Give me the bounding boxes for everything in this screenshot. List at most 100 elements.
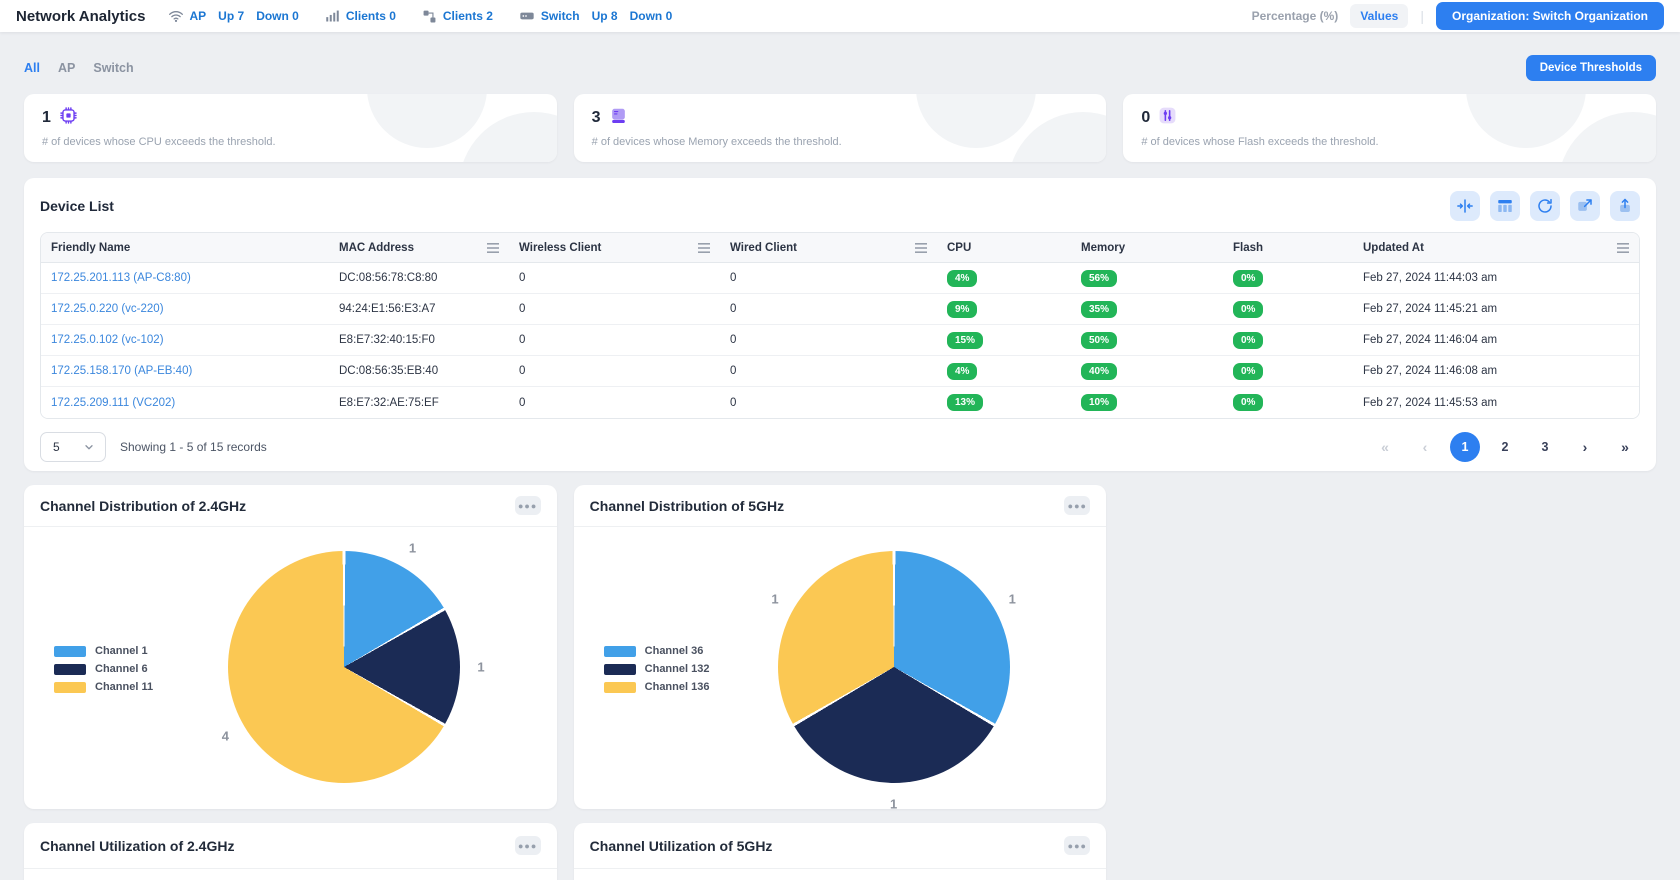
device-link[interactable]: 172.25.0.102 (vc-102): [51, 334, 164, 346]
last-page-button[interactable]: »: [1610, 432, 1640, 462]
table-cell: 0%: [1223, 263, 1353, 294]
legend-label: Channel 36: [645, 645, 704, 657]
legend-item[interactable]: Channel 6: [54, 663, 153, 675]
page-button[interactable]: 2: [1490, 432, 1520, 462]
refresh-icon[interactable]: [1530, 191, 1560, 221]
legend-item[interactable]: Channel 1: [54, 645, 153, 657]
more-icon[interactable]: ●●●: [515, 496, 541, 515]
usage-badge: 15%: [947, 332, 983, 349]
signal-icon: [325, 9, 340, 24]
legend-swatch: [604, 646, 636, 657]
more-icon[interactable]: ●●●: [1064, 496, 1090, 515]
summary-cards: 1 # of devices whose CPU exceeds the thr…: [24, 94, 1656, 162]
expand-icon[interactable]: [1570, 191, 1600, 221]
more-icon[interactable]: ●●●: [1064, 836, 1090, 855]
chart-legend: Channel 1 Channel 6 Channel 11: [54, 645, 153, 693]
usage-badge: 35%: [1081, 301, 1117, 318]
table-cell: 0: [509, 294, 720, 325]
device-link[interactable]: 172.25.0.220 (vc-220): [51, 303, 164, 315]
tabs-row: All AP Switch Device Thresholds: [24, 54, 1656, 82]
table-cell: E8:E7:32:AE:75:EF: [329, 387, 509, 418]
unit-toggle-percentage[interactable]: Percentage (%): [1252, 9, 1339, 23]
more-icon[interactable]: ●●●: [515, 836, 541, 855]
page-title: Network Analytics: [16, 8, 146, 25]
table-cell: 0: [509, 387, 720, 418]
device-thresholds-button[interactable]: Device Thresholds: [1526, 55, 1656, 81]
pie-value-label: 1: [477, 660, 484, 675]
table-cell: Feb 27, 2024 11:45:21 am: [1353, 294, 1639, 325]
unit-toggle-values[interactable]: Values: [1350, 4, 1408, 28]
column-menu-icon[interactable]: [698, 243, 710, 253]
col-cpu: CPU: [937, 233, 1071, 263]
table-cell: 0%: [1223, 387, 1353, 418]
pie[interactable]: [778, 551, 1010, 783]
usage-badge: 0%: [1233, 301, 1263, 318]
first-page-button[interactable]: «: [1370, 432, 1400, 462]
stat-wireless-clients[interactable]: Clients 0: [325, 9, 396, 24]
usage-badge: 50%: [1081, 332, 1117, 349]
stat-switch[interactable]: Switch Up 8 Down 0: [519, 8, 672, 24]
records-summary: Showing 1 - 5 of 15 records: [120, 440, 267, 454]
flash-icon: [1158, 106, 1177, 130]
memory-icon: [609, 106, 628, 130]
pie-value-label: 1: [890, 797, 897, 810]
table-row: 172.25.209.111 (VC202)E8:E7:32:AE:75:EF0…: [41, 387, 1639, 418]
page-button[interactable]: 3: [1530, 432, 1560, 462]
table-cell: 94:24:E1:56:E3:A7: [329, 294, 509, 325]
legend-item[interactable]: Channel 132: [604, 663, 710, 675]
legend-item[interactable]: Channel 11: [54, 681, 153, 693]
table-cell: DC:08:56:35:EB:40: [329, 356, 509, 387]
col-wired-client: Wired Client: [720, 233, 937, 263]
chart-body: Channel 1Channel 6Channel 11 114: [24, 527, 557, 808]
chart-title: Channel Distribution of 2.4GHz: [40, 498, 246, 514]
legend-swatch: [54, 664, 86, 675]
card-description: # of devices whose Flash exceeds the thr…: [1141, 136, 1638, 148]
card-value: 3: [592, 109, 601, 127]
column-menu-icon[interactable]: [487, 243, 499, 253]
table-cell: 172.25.201.113 (AP-C8:80): [41, 263, 329, 294]
device-link[interactable]: 172.25.209.111 (VC202): [51, 397, 175, 409]
tab-all[interactable]: All: [24, 61, 40, 75]
prev-page-button[interactable]: ‹: [1410, 432, 1440, 462]
table-row: 172.25.158.170 (AP-EB:40) DC:08:56:35:EB:…: [41, 356, 1639, 387]
topology-icon: [422, 9, 437, 24]
device-link[interactable]: 172.25.158.170 (AP-EB:40): [51, 365, 192, 377]
device-link[interactable]: 172.25.201.113 (AP-C8:80): [51, 272, 191, 284]
tab-switch[interactable]: Switch: [93, 61, 133, 75]
pie[interactable]: [228, 551, 460, 783]
column-menu-icon[interactable]: [915, 243, 927, 253]
legend-label: Channel 136: [645, 681, 710, 693]
main-content: All AP Switch Device Thresholds 1 # of d…: [0, 54, 1680, 880]
cpu-icon: [59, 106, 78, 130]
table-toolbar: [1450, 191, 1640, 221]
stat-down: Down 0: [630, 9, 673, 23]
table-cell: 0: [509, 263, 720, 294]
device-table-body: 172.25.201.113 (AP-C8:80)DC:08:56:78:C8:…: [41, 263, 1639, 418]
columns-icon[interactable]: [1490, 191, 1520, 221]
tab-ap[interactable]: AP: [58, 61, 75, 75]
next-page-button[interactable]: ›: [1570, 432, 1600, 462]
stat-ap[interactable]: AP Up 7 Down 0: [168, 8, 299, 24]
charts-row: Channel Distribution of 2.4GHz ●●● Chann…: [24, 485, 1656, 809]
header-stats: AP Up 7 Down 0 Clients 0 Clients 2: [168, 8, 673, 24]
table-cell: 172.25.158.170 (AP-EB:40): [41, 356, 329, 387]
stat-up: Up 8: [592, 9, 618, 23]
table-cell: 0: [509, 325, 720, 356]
export-icon[interactable]: [1610, 191, 1640, 221]
chart-body: Channel 36Channel 132Channel 136 111: [574, 527, 1107, 808]
legend-item[interactable]: Channel 136: [604, 681, 710, 693]
collapse-icon[interactable]: [1450, 191, 1480, 221]
legend-item[interactable]: Channel 36: [604, 645, 710, 657]
table-cell: 15%: [937, 325, 1071, 356]
stat-wired-clients[interactable]: Clients 2: [422, 9, 493, 24]
usage-badge: 0%: [1233, 270, 1263, 287]
table-cell: Feb 27, 2024 11:44:03 am: [1353, 263, 1639, 294]
chart-legend: Channel 36 Channel 132 Channel 136: [604, 645, 710, 693]
page-button[interactable]: 1: [1450, 432, 1480, 462]
organization-button[interactable]: Organization: Switch Organization: [1436, 2, 1664, 30]
column-menu-icon[interactable]: [1617, 243, 1629, 253]
page-size-select[interactable]: 5: [40, 432, 106, 462]
channel-utilization-24ghz-panel: Channel Utilization of 2.4GHz ●●●: [24, 823, 557, 880]
usage-badge: 10%: [1081, 394, 1117, 411]
col-flash: Flash: [1223, 233, 1353, 263]
